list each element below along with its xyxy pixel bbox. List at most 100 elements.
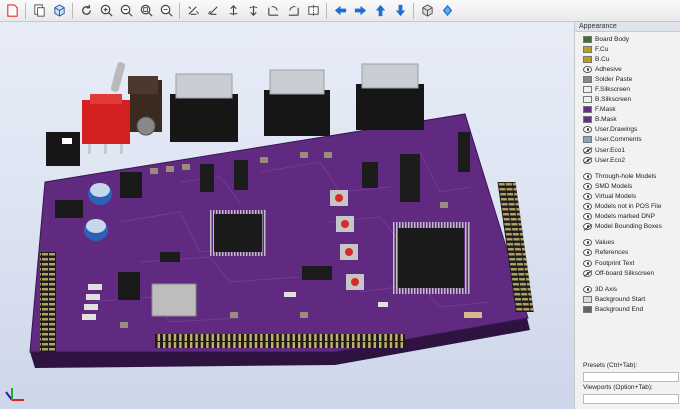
appearance-row-references[interactable]: References: [575, 248, 680, 258]
appearance-row-b-silkscreen[interactable]: B.Silkscreen: [575, 95, 680, 105]
color-swatch-icon[interactable]: [583, 35, 592, 43]
reload-board-icon[interactable]: [3, 1, 22, 20]
toolbar-separator: [326, 2, 327, 19]
toolbar-separator: [413, 2, 414, 19]
rotate-y-ccw-icon[interactable]: [244, 1, 263, 20]
appearance-row-model-bounding-boxes[interactable]: Model Bounding Boxes: [575, 222, 680, 232]
pan-down-icon[interactable]: [391, 1, 410, 20]
hidden-eye-icon[interactable]: [583, 223, 592, 231]
color-swatch-icon[interactable]: [583, 116, 592, 124]
color-swatch-icon[interactable]: [583, 305, 592, 313]
color-swatch-icon[interactable]: [583, 55, 592, 63]
appearance-row-label: Board Body: [595, 35, 629, 43]
visibility-eye-icon[interactable]: [583, 285, 592, 293]
pan-right-icon[interactable]: [351, 1, 370, 20]
hidden-eye-icon[interactable]: [583, 269, 592, 277]
appearance-row-solder-paste[interactable]: Solder Paste: [575, 74, 680, 84]
color-swatch-icon[interactable]: [583, 45, 592, 53]
visibility-eye-icon[interactable]: [583, 126, 592, 134]
appearance-row-user-drawings[interactable]: User.Drawings: [575, 125, 680, 135]
fpga-qfp: [392, 222, 470, 294]
3d-viewport[interactable]: [0, 22, 574, 409]
appearance-row-through-hole-models[interactable]: Through-hole Models: [575, 171, 680, 181]
raytrace-icon[interactable]: [438, 1, 457, 20]
presets-dropdown[interactable]: [583, 372, 679, 382]
view-3d-icon[interactable]: [50, 1, 69, 20]
visibility-eye-icon[interactable]: [583, 172, 592, 180]
ortho-view-icon[interactable]: [418, 1, 437, 20]
appearance-row-label: Model Bounding Boxes: [595, 223, 662, 231]
appearance-row-adhesive[interactable]: Adhesive: [575, 64, 680, 74]
appearance-row-f-mask[interactable]: F.Mask: [575, 105, 680, 115]
appearance-row-user-eco2[interactable]: User.Eco2: [575, 155, 680, 165]
zoom-selection-icon[interactable]: [157, 1, 176, 20]
appearance-row-models-marked-dnp[interactable]: Models marked DNP: [575, 212, 680, 222]
appearance-row-label: SMD Models: [595, 182, 633, 190]
zoom-out-icon[interactable]: [117, 1, 136, 20]
ic-left-1: [55, 200, 83, 218]
flip-board-icon[interactable]: [304, 1, 323, 20]
microcontroller-qfp: [210, 210, 266, 256]
presets-label: Presets (Ctrl+Tab):: [583, 362, 638, 369]
pan-up-icon[interactable]: [371, 1, 390, 20]
appearance-row-b-mask[interactable]: B.Mask: [575, 115, 680, 125]
appearance-row-3d-axis[interactable]: 3D Axis: [575, 284, 680, 294]
ic-left-2: [120, 172, 142, 198]
pcb-3d-render: [5, 62, 534, 401]
appearance-row-f-silkscreen[interactable]: F.Silkscreen: [575, 84, 680, 94]
color-swatch-icon[interactable]: [583, 75, 592, 83]
hidden-eye-icon[interactable]: [583, 156, 592, 164]
appearance-row-b-cu[interactable]: B.Cu: [575, 54, 680, 64]
rotate-y-cw-icon[interactable]: [224, 1, 243, 20]
appearance-row-label: F.Mask: [595, 106, 616, 114]
toolbar: [0, 0, 680, 22]
appearance-row-background-start[interactable]: Background Start: [575, 294, 680, 304]
appearance-row-user-eco1[interactable]: User.Eco1: [575, 145, 680, 155]
rotate-z-cw-icon[interactable]: [264, 1, 283, 20]
appearance-row-smd-models[interactable]: SMD Models: [575, 181, 680, 191]
hidden-eye-icon[interactable]: [583, 146, 592, 154]
appearance-row-footprint-text[interactable]: Footprint Text: [575, 258, 680, 268]
appearance-row-board-body[interactable]: Board Body: [575, 34, 680, 44]
visibility-eye-icon[interactable]: [583, 182, 592, 190]
visibility-eye-icon[interactable]: [583, 239, 592, 247]
visibility-eye-icon[interactable]: [583, 65, 592, 73]
3d-axis-indicator: [5, 388, 24, 401]
visibility-eye-icon[interactable]: [583, 192, 592, 200]
layer-list: Board Body F.Cu B.Cu Adhesive Solder Paste F.…: [575, 34, 680, 314]
visibility-eye-icon[interactable]: [583, 259, 592, 267]
appearance-row-models-not-in-pos-file[interactable]: Models not in POS File: [575, 202, 680, 212]
appearance-row-background-end[interactable]: Background End: [575, 304, 680, 314]
appearance-row-label: User.Comments: [595, 136, 642, 144]
zoom-fit-icon[interactable]: [137, 1, 156, 20]
pan-left-icon[interactable]: [331, 1, 350, 20]
copy-image-icon[interactable]: [30, 1, 49, 20]
color-swatch-icon[interactable]: [583, 295, 592, 303]
color-swatch-icon[interactable]: [583, 86, 592, 94]
color-swatch-icon[interactable]: [583, 96, 592, 104]
rotate-x-ccw-icon[interactable]: [204, 1, 223, 20]
rotate-x-cw-icon[interactable]: [184, 1, 203, 20]
zoom-in-icon[interactable]: [97, 1, 116, 20]
db9-connector-1: [170, 73, 238, 142]
color-swatch-icon[interactable]: [583, 106, 592, 114]
rotate-z-ccw-icon[interactable]: [284, 1, 303, 20]
appearance-row-label: F.Silkscreen: [595, 86, 631, 94]
appearance-row-f-cu[interactable]: F.Cu: [575, 44, 680, 54]
appearance-row-label: Off-board Silkscreen: [595, 269, 655, 277]
db9-connector-3: [356, 63, 424, 130]
appearance-row-user-comments[interactable]: User.Comments: [575, 135, 680, 145]
appearance-panel: Appearance Board Body F.Cu B.Cu Adhesive Sol…: [574, 22, 680, 409]
appearance-row-off-board-silkscreen[interactable]: Off-board Silkscreen: [575, 268, 680, 278]
ic-left-3: [118, 272, 140, 300]
appearance-row-label: User.Eco2: [595, 156, 625, 164]
viewports-dropdown[interactable]: [583, 394, 679, 404]
appearance-row-values[interactable]: Values: [575, 238, 680, 248]
appearance-row-label: 3D Axis: [595, 285, 618, 293]
visibility-eye-icon[interactable]: [583, 249, 592, 257]
visibility-eye-icon[interactable]: [583, 203, 592, 211]
redraw-icon[interactable]: [77, 1, 96, 20]
visibility-eye-icon[interactable]: [583, 213, 592, 221]
color-swatch-icon[interactable]: [583, 136, 592, 144]
appearance-row-virtual-models[interactable]: Virtual Models: [575, 191, 680, 201]
